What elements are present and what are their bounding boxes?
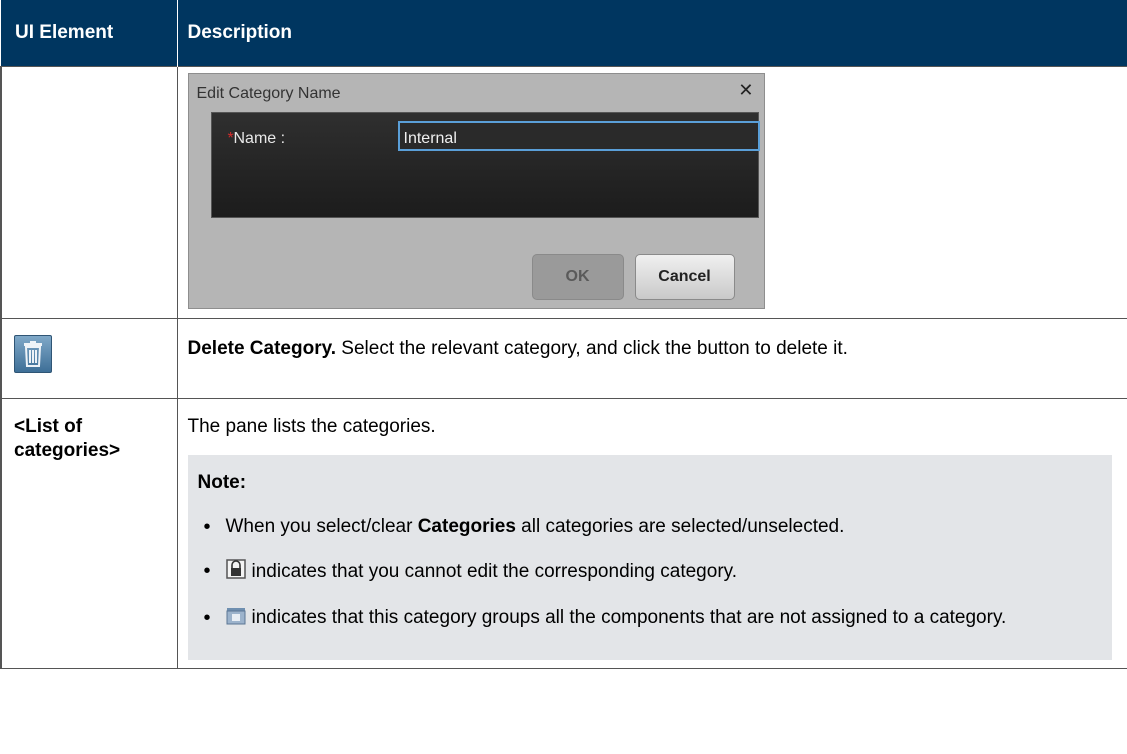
element-cell-empty [0, 65, 178, 319]
element-cell-list: <List of categories> [0, 397, 178, 669]
lock-icon [225, 558, 246, 586]
table-row: <List of categories> The pane lists the … [0, 397, 1127, 669]
name-input[interactable]: Internal [397, 120, 760, 151]
note2-text: indicates that you cannot edit the corre… [251, 560, 738, 582]
delete-category-title: Delete Category. [187, 337, 337, 359]
edit-category-dialog: Edit Category Name ✕ * Name : Internal O… [187, 72, 765, 309]
list-description: The pane lists the categories. [187, 415, 436, 437]
header-ui-element: UI Element [1, 0, 177, 66]
header-description: Description [176, 0, 1127, 66]
note-box: Note: When you select/clear Categories a… [187, 454, 1112, 660]
description-cell: Delete Category. Select the relevant cat… [176, 317, 1127, 399]
uncategorized-icon [226, 607, 246, 632]
table-header-row: UI Element Description [1, 0, 1127, 66]
note1-bold: Categories [417, 515, 516, 537]
note-heading: Note: [197, 471, 247, 493]
table-row: Edit Category Name ✕ * Name : Internal O… [0, 65, 1127, 319]
description-cell: The pane lists the categories. Note: Whe… [176, 397, 1127, 669]
name-label: Name : [233, 129, 286, 147]
list-item: indicates that this category groups all … [198, 606, 1102, 632]
description-cell: Edit Category Name ✕ * Name : Internal O… [176, 65, 1127, 319]
note1-after: all categories are selected/unselected. [515, 515, 845, 537]
dialog-title: Edit Category Name [196, 84, 341, 102]
dialog-form-panel: * Name : Internal [210, 111, 760, 218]
list-item: indicates that you cannot edit the corre… [198, 559, 1102, 586]
table-row: Delete Category. Select the relevant cat… [0, 317, 1127, 399]
cancel-button[interactable]: Cancel [634, 253, 735, 300]
delete-category-text: Select the relevant category, and click … [336, 337, 848, 359]
note-list: When you select/clear Categories all cat… [198, 515, 1102, 632]
element-cell-delete [0, 317, 178, 399]
ok-button[interactable]: OK [531, 253, 624, 300]
list-item: When you select/clear Categories all cat… [198, 515, 1102, 539]
close-icon[interactable]: ✕ [738, 78, 753, 102]
ui-element-table: UI Element Description Edit Category Nam… [0, 0, 1127, 669]
note1-before: When you select/clear [225, 515, 418, 537]
trash-icon[interactable] [14, 334, 52, 373]
note3-text: indicates that this category groups all … [251, 606, 1007, 628]
